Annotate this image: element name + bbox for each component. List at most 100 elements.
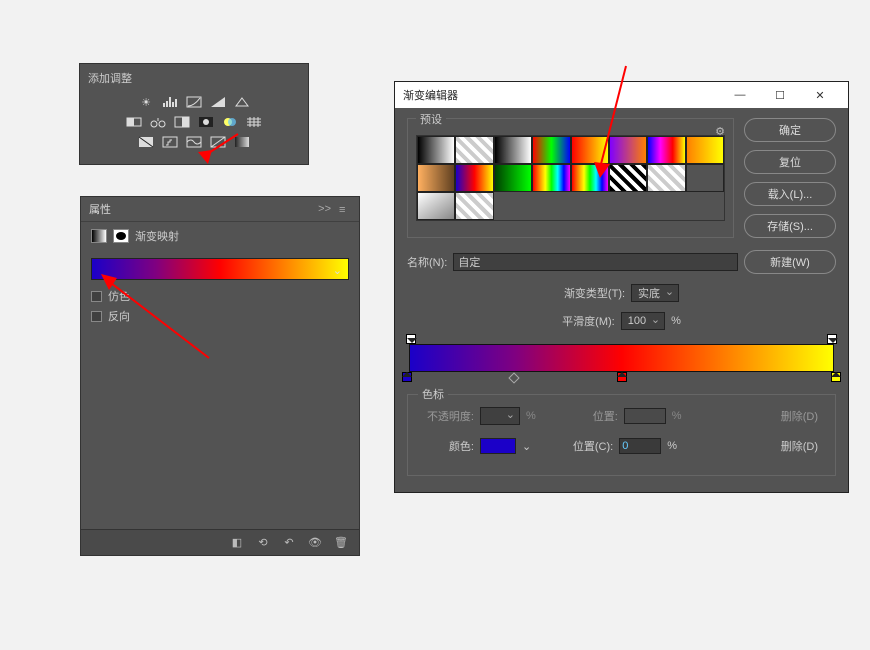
preset-swatch[interactable] [455, 192, 493, 220]
selective-color-icon[interactable] [209, 134, 227, 150]
panel-menu-icon[interactable]: ≡ [339, 204, 351, 214]
opacity-stop-left[interactable] [406, 334, 416, 344]
adjustments-row-1: ☀ [88, 94, 300, 110]
stops-group-label: 色标 [418, 386, 448, 402]
preset-swatch[interactable] [417, 136, 455, 164]
title-bar[interactable]: 渐变编辑器 — ☐ ✕ [395, 82, 848, 108]
percent-label: % [671, 315, 681, 327]
load-button[interactable]: 载入(L)... [744, 182, 836, 206]
color-stop[interactable] [831, 372, 841, 382]
name-input[interactable] [453, 253, 738, 271]
opacity-label: 不透明度: [418, 408, 474, 424]
gradient-preview[interactable]: ⌄ [91, 258, 349, 280]
gradient-map-label: 渐变映射 [135, 228, 179, 244]
preset-empty [532, 192, 570, 220]
undo-icon[interactable]: ↶ [281, 536, 297, 550]
dialog-body: 预设 ⚙ 确定 复位 载入(L)... 存储(S)... 名称(N): 新建(W… [395, 108, 848, 492]
preset-swatch[interactable] [686, 164, 724, 192]
type-row: 渐变类型(T): 实底 [407, 284, 836, 302]
name-row: 名称(N): 新建(W) [407, 250, 836, 274]
save-button[interactable]: 存储(S)... [744, 214, 836, 238]
color-pos-pct: % [667, 440, 677, 452]
clip-icon[interactable]: ◧ [229, 536, 245, 550]
channel-mixer-icon[interactable] [245, 114, 263, 130]
type-select[interactable]: 实底 [631, 284, 679, 302]
reverse-checkbox[interactable] [91, 311, 102, 322]
smooth-input[interactable]: 100 [621, 312, 665, 330]
vibrance-icon[interactable] [125, 114, 143, 130]
minimize-button[interactable]: — [720, 82, 760, 108]
collapse-icon[interactable]: >> [318, 203, 331, 215]
preset-swatch[interactable] [571, 164, 609, 192]
gradient-editor-dialog: 渐变编辑器 — ☐ ✕ 预设 ⚙ 确定 复位 载入(L)... 存储(S)...… [394, 81, 849, 493]
bw-icon[interactable] [197, 114, 215, 130]
preset-swatch[interactable] [686, 136, 724, 164]
opacity-stop-right[interactable] [827, 334, 837, 344]
preset-swatch[interactable] [647, 136, 685, 164]
color-stops [407, 372, 836, 384]
preset-swatch[interactable] [417, 164, 455, 192]
brightness-icon[interactable]: ☀ [137, 94, 155, 110]
opacity-input [480, 407, 520, 425]
color-position-input[interactable] [619, 438, 661, 454]
preset-swatch[interactable] [417, 192, 455, 220]
preset-swatch[interactable] [455, 136, 493, 164]
preset-swatch[interactable] [494, 136, 532, 164]
preset-empty [647, 192, 685, 220]
hue-icon[interactable] [149, 114, 167, 130]
opacity-pct: % [526, 410, 536, 422]
color-stop[interactable] [617, 372, 627, 382]
gradient-map-row: 渐变映射 [81, 222, 359, 250]
new-button[interactable]: 新建(W) [744, 250, 836, 274]
preset-swatch[interactable] [571, 136, 609, 164]
reverse-checkbox-row[interactable]: 反向 [91, 308, 349, 324]
photo-filter-icon[interactable] [221, 114, 239, 130]
position-c-label: 位置(C): [557, 438, 613, 454]
color-stop[interactable] [402, 372, 412, 382]
preset-swatch[interactable] [494, 164, 532, 192]
dither-checkbox-row[interactable]: 仿色 [91, 288, 349, 304]
preset-swatch[interactable] [455, 164, 493, 192]
color-balance-icon[interactable] [173, 114, 191, 130]
posterize-icon[interactable] [161, 134, 179, 150]
preset-swatch[interactable] [609, 136, 647, 164]
gear-icon[interactable]: ⚙ [715, 125, 725, 138]
visibility-icon[interactable]: 👁 [307, 536, 323, 550]
smooth-row: 平滑度(M): 100 % [407, 312, 836, 330]
chevron-down-icon[interactable]: ⌄ [333, 264, 342, 277]
preset-swatch[interactable] [532, 136, 570, 164]
adjustments-row-2 [88, 114, 300, 130]
reset-button[interactable]: 复位 [744, 150, 836, 174]
side-buttons: 确定 复位 载入(L)... 存储(S)... [744, 118, 836, 238]
adjustments-title: 添加调整 [88, 70, 300, 86]
color-label: 颜色: [418, 438, 474, 454]
layer-mask-icon [113, 229, 129, 243]
options: 仿色 反向 [81, 288, 359, 324]
preset-swatch[interactable] [647, 164, 685, 192]
ok-button[interactable]: 确定 [744, 118, 836, 142]
color-row: 颜色: ⌄ 位置(C): % 删除(D) [418, 435, 825, 457]
curves-icon[interactable] [185, 94, 203, 110]
preset-swatch[interactable] [532, 164, 570, 192]
triangle-icon[interactable] [233, 94, 251, 110]
close-button[interactable]: ✕ [800, 82, 840, 108]
gradient-preview-wrap: ⌄ [81, 250, 359, 288]
preset-swatch[interactable] [609, 164, 647, 192]
color-delete-button[interactable]: 删除(D) [774, 435, 825, 457]
dither-label: 仿色 [108, 288, 130, 304]
smooth-label: 平滑度(M): [562, 313, 615, 329]
presets-label: 预设 [416, 114, 446, 126]
threshold-icon[interactable] [185, 134, 203, 150]
preset-empty [686, 192, 724, 220]
top-section: 预设 ⚙ 确定 复位 载入(L)... 存储(S)... [407, 118, 836, 238]
maximize-button[interactable]: ☐ [760, 82, 800, 108]
chevron-down-icon[interactable]: ⌄ [522, 440, 531, 453]
exposure-icon[interactable] [209, 94, 227, 110]
gradient-map-icon[interactable] [233, 134, 251, 150]
levels-icon[interactable] [161, 94, 179, 110]
dither-checkbox[interactable] [91, 291, 102, 302]
invert-icon[interactable] [137, 134, 155, 150]
trash-icon[interactable]: 🗑 [333, 536, 349, 550]
link-icon[interactable]: ⟲ [255, 536, 271, 550]
color-well[interactable] [480, 438, 516, 454]
